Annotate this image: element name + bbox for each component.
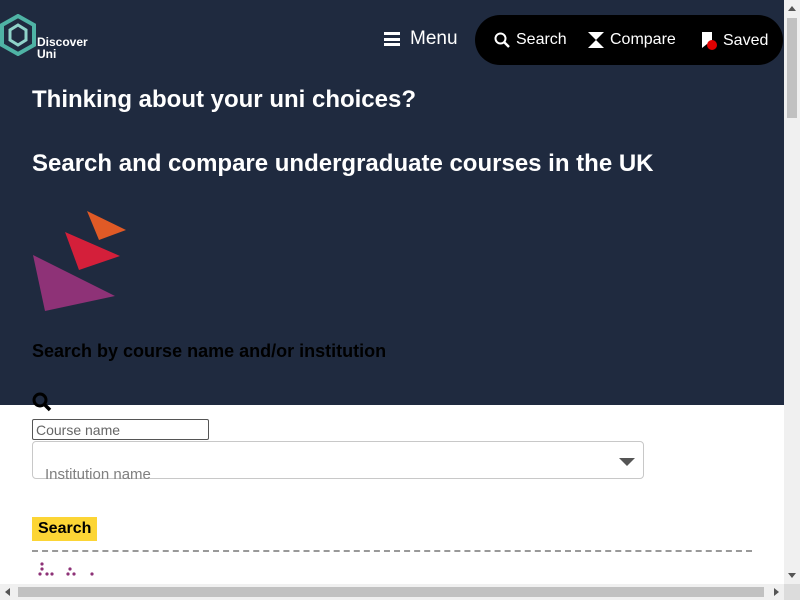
hero-heading: Thinking about your uni choices? xyxy=(32,86,417,113)
scroll-down-icon[interactable] xyxy=(788,573,796,578)
institution-placeholder: Institution name xyxy=(45,466,151,483)
purple-triangle xyxy=(33,255,115,311)
logo-text: Discover Uni xyxy=(37,36,88,60)
horizontal-scroll-thumb[interactable] xyxy=(18,587,764,597)
discover-uni-logo[interactable]: Discover Uni xyxy=(0,13,100,60)
nav-saved-button[interactable]: Saved xyxy=(701,31,768,51)
chevron-down-icon xyxy=(619,458,635,466)
scroll-right-icon[interactable] xyxy=(774,588,779,596)
nav-pill: Search Compare Saved xyxy=(475,15,783,65)
vertical-scroll-thumb[interactable] xyxy=(787,18,797,118)
search-submit-button[interactable]: Search xyxy=(32,517,98,541)
menu-label: Menu xyxy=(410,28,458,49)
decorative-dots xyxy=(38,562,94,576)
nav-search-button[interactable]: Search xyxy=(494,31,567,49)
search-section-label: Search by course name and/or institution xyxy=(32,341,387,361)
vertical-scrollbar[interactable] xyxy=(784,0,800,584)
hero-subheading: Search and compare undergraduate courses… xyxy=(32,150,654,177)
menu-icon xyxy=(384,32,400,46)
scroll-left-icon[interactable] xyxy=(5,588,10,596)
nav-compare-button[interactable]: Compare xyxy=(588,31,676,49)
scroll-up-icon[interactable] xyxy=(788,6,796,11)
horizontal-scrollbar[interactable] xyxy=(0,584,784,600)
nav-search-label: Search xyxy=(516,31,567,48)
search-icon xyxy=(494,32,510,48)
menu-button[interactable]: Menu xyxy=(384,28,458,50)
magnifier-icon xyxy=(32,392,52,412)
logo-line2: Uni xyxy=(37,47,57,61)
decorative-triangles xyxy=(33,211,126,311)
nav-compare-label: Compare xyxy=(610,31,676,48)
nav-saved-label: Saved xyxy=(723,32,769,49)
red-triangle xyxy=(65,232,120,270)
compare-icon xyxy=(588,32,604,48)
course-name-input[interactable] xyxy=(32,419,209,440)
hero-banner: Discover Uni Menu Search Compare Saved T… xyxy=(0,0,784,405)
logo-hexagon-icon xyxy=(0,13,36,57)
orange-triangle xyxy=(87,211,126,240)
section-divider xyxy=(32,550,752,552)
scroll-corner xyxy=(784,584,800,600)
bookmark-icon xyxy=(702,32,717,50)
institution-select[interactable]: Institution name xyxy=(32,441,644,483)
